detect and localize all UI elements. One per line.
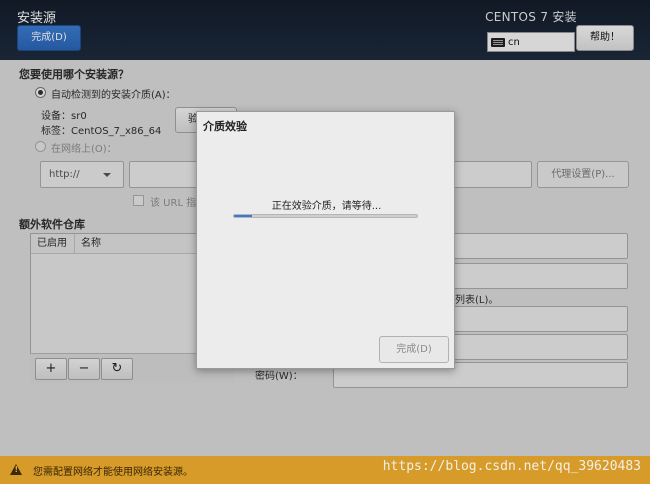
dialog-done-button[interactable]: 完成(D): [379, 336, 449, 363]
warning-bar[interactable]: 您需配置网络才能使用网络安装源。 https://blog.csdn.net/q…: [0, 456, 650, 484]
warning-icon: [10, 464, 22, 475]
media-check-dialog: 介质效验 正在效验介质，请等待... 完成(D): [196, 111, 455, 369]
progress-bar: [233, 214, 418, 218]
progress-fill: [234, 215, 253, 217]
warning-text: 您需配置网络才能使用网络安装源。: [33, 467, 193, 478]
watermark: https://blog.csdn.net/qq_39620483: [382, 459, 641, 474]
dialog-title: 介质效验: [203, 120, 247, 133]
dialog-message: 正在效验介质，请等待...: [271, 201, 382, 212]
